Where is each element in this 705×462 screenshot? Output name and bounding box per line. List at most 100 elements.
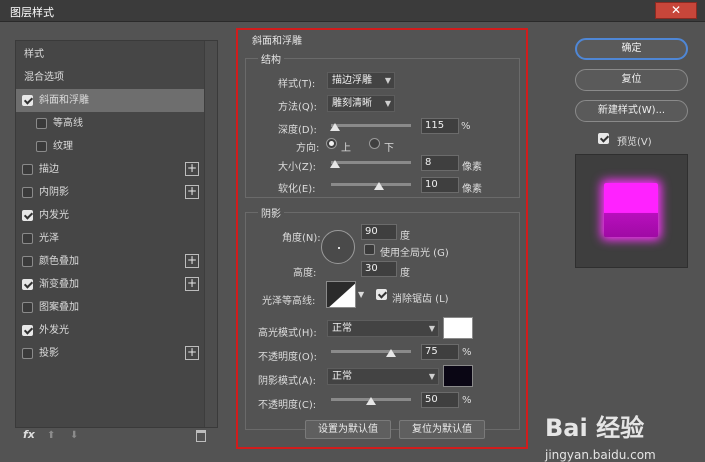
soften-input[interactable]: 10 <box>421 177 459 193</box>
ok-button[interactable]: 确定 <box>575 38 688 60</box>
style-checkbox[interactable] <box>22 164 33 175</box>
new-style-button[interactable]: 新建样式(W)... <box>575 100 688 122</box>
window-title: 图层样式 <box>10 6 54 19</box>
reset-button[interactable]: 复位 <box>575 69 688 91</box>
highlight-opacity-thumb[interactable] <box>386 349 396 357</box>
gloss-contour-picker[interactable] <box>326 281 356 308</box>
altitude-unit: 度 <box>400 268 410 279</box>
style-checkbox[interactable] <box>22 210 33 221</box>
add-effect-icon[interactable]: + <box>185 254 199 268</box>
style-checkbox[interactable] <box>22 279 33 290</box>
delete-icon[interactable] <box>196 430 206 442</box>
style-item-label: 描边 <box>39 164 59 175</box>
style-item-label: 投影 <box>39 348 59 359</box>
preview-label: 预览(V) <box>617 137 652 148</box>
style-item-label: 渐变叠加 <box>39 279 79 290</box>
style-list-item[interactable]: 内阴影 + <box>16 181 204 204</box>
soften-slider-track[interactable] <box>331 183 411 186</box>
depth-unit: % <box>461 121 471 132</box>
add-effect-icon[interactable]: + <box>185 346 199 360</box>
highlight-opacity-input[interactable]: 75 <box>421 344 459 360</box>
soften-slider-thumb[interactable] <box>374 182 384 190</box>
depth-label: 深度(D): <box>278 125 317 136</box>
style-checkbox[interactable] <box>22 256 33 267</box>
style-list-item[interactable]: 内发光 <box>16 204 204 227</box>
style-list-item[interactable]: 样式 <box>16 43 204 66</box>
style-checkbox[interactable] <box>22 348 33 359</box>
add-effect-icon[interactable]: + <box>185 162 199 176</box>
highlight-mode-value: 正常 <box>332 323 352 334</box>
style-checkbox[interactable] <box>22 302 33 313</box>
structure-title: 结构 <box>258 51 284 66</box>
fx-icon[interactable]: fx <box>23 428 35 441</box>
angle-input[interactable]: 90 <box>361 224 397 240</box>
title-bar: 图层样式 ✕ <box>0 0 705 22</box>
style-list-item[interactable]: 等高线 <box>16 112 204 135</box>
shadow-opacity-thumb[interactable] <box>366 397 376 405</box>
size-label: 大小(Z): <box>278 162 317 173</box>
style-item-label: 颜色叠加 <box>39 256 79 267</box>
style-dropdown[interactable]: 描边浮雕 ▼ <box>327 72 395 89</box>
style-checkbox[interactable] <box>36 118 47 129</box>
highlight-opacity-track[interactable] <box>331 350 411 353</box>
style-list-item[interactable]: 投影 + <box>16 342 204 365</box>
style-list-item[interactable]: 纹理 <box>16 135 204 158</box>
style-checkbox[interactable] <box>22 187 33 198</box>
direction-down-radio[interactable] <box>369 138 380 149</box>
shading-title: 阴影 <box>258 205 284 220</box>
style-list-item[interactable]: 外发光 <box>16 319 204 342</box>
move-down-icon[interactable]: ⬇ <box>70 430 78 441</box>
contour-dropdown-icon[interactable]: ▼ <box>358 290 364 299</box>
style-checkbox[interactable] <box>22 95 33 106</box>
shadow-opacity-input[interactable]: 50 <box>421 392 459 408</box>
size-unit: 像素 <box>462 162 482 173</box>
technique-dropdown[interactable]: 雕刻清晰 ▼ <box>327 95 395 112</box>
preview-checkbox[interactable] <box>598 133 609 144</box>
layer-style-dialog: 样式 混合选项 斜面和浮雕 等高线 纹理 描边 + 内阴影 + 内发光 光泽 颜色叠加 + 渐变叠加 + 图案… <box>0 22 705 462</box>
size-input[interactable]: 8 <box>421 155 459 171</box>
depth-input[interactable]: 115 <box>421 118 459 134</box>
styles-list: 样式 混合选项 斜面和浮雕 等高线 纹理 描边 + 内阴影 + 内发光 光泽 颜色叠加 + 渐变叠加 + 图案… <box>15 40 218 428</box>
move-up-icon[interactable]: ⬆ <box>47 430 55 441</box>
chevron-down-icon: ▼ <box>428 324 435 333</box>
style-item-label: 外发光 <box>39 325 69 336</box>
make-default-button[interactable]: 设置为默认值 <box>305 420 391 439</box>
highlight-color-swatch[interactable] <box>443 317 473 339</box>
styles-list-scrollbar[interactable] <box>204 41 217 427</box>
style-checkbox[interactable] <box>22 233 33 244</box>
reset-default-button[interactable]: 复位为默认值 <box>399 420 485 439</box>
altitude-input[interactable]: 30 <box>361 261 397 277</box>
direction-down-label: 下 <box>384 143 394 154</box>
style-list-item[interactable]: 图案叠加 <box>16 296 204 319</box>
style-list-item[interactable]: 描边 + <box>16 158 204 181</box>
close-button[interactable]: ✕ <box>655 2 697 19</box>
angle-dial[interactable] <box>321 230 355 264</box>
style-list-item[interactable]: 斜面和浮雕 <box>16 89 204 112</box>
shadow-mode-dropdown[interactable]: 正常 ▼ <box>327 368 439 385</box>
highlight-mode-dropdown[interactable]: 正常 ▼ <box>327 320 439 337</box>
add-effect-icon[interactable]: + <box>185 185 199 199</box>
style-list-item[interactable]: 颜色叠加 + <box>16 250 204 273</box>
add-effect-icon[interactable]: + <box>185 277 199 291</box>
altitude-label: 高度: <box>293 268 317 279</box>
depth-slider-track[interactable] <box>331 124 411 127</box>
style-checkbox[interactable] <box>22 325 33 336</box>
contour-curve-icon <box>327 282 355 307</box>
highlight-opacity-unit: % <box>462 347 472 358</box>
watermark-url: jingyan.baidu.com <box>545 448 656 462</box>
size-slider-thumb[interactable] <box>330 160 340 168</box>
shadow-mode-value: 正常 <box>332 371 352 382</box>
style-list-item[interactable]: 光泽 <box>16 227 204 250</box>
anti-alias-checkbox[interactable] <box>376 289 387 300</box>
style-list-item[interactable]: 混合选项 <box>16 66 204 89</box>
size-slider-track[interactable] <box>331 161 411 164</box>
style-checkbox[interactable] <box>36 141 47 152</box>
global-light-checkbox[interactable] <box>364 244 375 255</box>
soften-label: 软化(E): <box>278 184 316 195</box>
style-item-label: 等高线 <box>53 118 83 129</box>
style-list-item[interactable]: 渐变叠加 + <box>16 273 204 296</box>
chevron-down-icon: ▼ <box>384 99 391 108</box>
depth-slider-thumb[interactable] <box>330 123 340 131</box>
shadow-color-swatch[interactable] <box>443 365 473 387</box>
direction-up-radio[interactable] <box>326 138 337 149</box>
